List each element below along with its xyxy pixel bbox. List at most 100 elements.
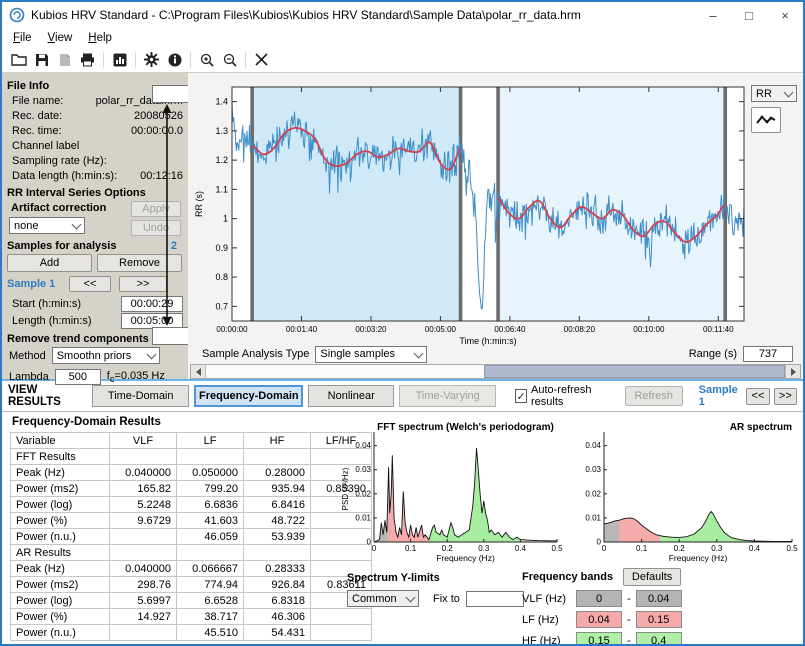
svg-text:RR (s): RR (s) — [194, 191, 204, 217]
open-folder-icon[interactable] — [7, 50, 30, 70]
rr-tachogram-plot[interactable]: 0.70.80.911.11.21.31.400:00:0000:01:4000… — [188, 75, 805, 347]
svg-text:0.04: 0.04 — [585, 441, 601, 450]
tab-time-domain[interactable]: Time-Domain — [92, 385, 189, 407]
svg-text:00:10:00: 00:10:00 — [633, 325, 665, 334]
print-icon[interactable] — [76, 50, 99, 70]
table-cell: 54.431 — [244, 625, 311, 641]
sample-analysis-row: Sample Analysis Type Single samples Rang… — [194, 345, 797, 363]
channel-value: RR — [756, 88, 772, 100]
svg-text:0: 0 — [602, 544, 607, 553]
fix-to-input[interactable] — [466, 591, 524, 607]
table-row: Power (%)9.672941.60348.722 — [11, 513, 372, 529]
defaults-button[interactable]: Defaults — [623, 568, 681, 586]
lf-to-input[interactable]: 0.15 — [636, 611, 682, 628]
sample-analysis-type-select[interactable]: Single samples — [315, 346, 427, 363]
save-icon[interactable] — [30, 50, 53, 70]
start-label: Start (h:min:s) — [12, 297, 81, 311]
method-value: Smoothn priors — [57, 350, 132, 362]
table-cell: 6.8318 — [244, 593, 311, 609]
table-cell: 6.8416 — [244, 497, 311, 513]
remove-x-icon[interactable] — [250, 50, 273, 70]
table-cell: 799.20 — [177, 481, 244, 497]
table-cell: Power (%) — [11, 513, 110, 529]
file-info-header: File Info — [7, 80, 49, 92]
view-results-bar: VIEW RESULTS Time-Domain Frequency-Domai… — [2, 381, 803, 412]
minimize-button[interactable]: – — [695, 2, 731, 28]
zoom-in-icon[interactable] — [195, 50, 218, 70]
length-label: Length (h:min:s) — [12, 314, 91, 328]
svg-text:Frequency (Hz): Frequency (Hz) — [436, 553, 495, 563]
window-title: Kubios HRV Standard - C:\Program Files\K… — [31, 8, 581, 22]
svg-text:0.1: 0.1 — [405, 544, 417, 553]
close-button[interactable]: × — [767, 2, 803, 28]
toolbar-separator — [245, 52, 246, 68]
maximize-button[interactable]: □ — [731, 2, 767, 28]
table-cell: 45.510 — [177, 625, 244, 641]
table-cell: 926.84 — [244, 577, 311, 593]
scroll-left-arrow[interactable] — [191, 365, 206, 378]
svg-text:00:01:40: 00:01:40 — [286, 325, 318, 334]
sample-analysis-type-label: Sample Analysis Type — [202, 348, 309, 360]
table-cell: 53.939 — [244, 529, 311, 545]
zoom-out-icon[interactable] — [218, 50, 241, 70]
table-cell: 46.059 — [177, 529, 244, 545]
lf-from-input[interactable]: 0.04 — [576, 611, 622, 628]
tab-time-varying[interactable]: Time-Varying — [399, 385, 496, 407]
tab-nonlinear[interactable]: Nonlinear — [308, 385, 394, 407]
menu-help[interactable]: Help — [80, 31, 120, 45]
band-dash: - — [627, 614, 631, 626]
frequency-bands-header: Frequency bands — [522, 571, 613, 583]
report-document-icon[interactable] — [53, 50, 76, 70]
time-scrollbar[interactable] — [190, 364, 801, 379]
table-cell — [311, 625, 372, 641]
svg-text:1.1: 1.1 — [215, 184, 228, 194]
vlf-from-input[interactable]: 0 — [576, 590, 622, 607]
chevron-down-icon — [784, 88, 794, 98]
table-cell: 298.76 — [110, 577, 177, 593]
table-row: Power (log)5.22486.68366.8416 — [11, 497, 372, 513]
menu-view[interactable]: View — [40, 31, 81, 45]
vlf-to-input[interactable]: 0.04 — [636, 590, 682, 607]
svg-text:PSD (s²/Hz): PSD (s²/Hz) — [341, 467, 350, 510]
results-prev-sample-button[interactable]: << — [746, 388, 769, 405]
tab-frequency-domain[interactable]: Frequency-Domain — [194, 385, 303, 407]
info-icon[interactable] — [163, 50, 186, 70]
table-row: AR Results — [11, 545, 372, 561]
method-select[interactable]: Smoothn priors — [52, 347, 160, 364]
artifact-correction-select[interactable]: none — [9, 217, 85, 234]
channel-select[interactable]: RR — [751, 85, 797, 102]
range-input[interactable]: 737 — [743, 346, 793, 362]
hf-to-input[interactable]: 0.4 — [636, 632, 682, 646]
toolbar-separator — [103, 52, 104, 68]
svg-text:00:00:00: 00:00:00 — [216, 325, 248, 334]
svg-text:0.04: 0.04 — [355, 441, 371, 450]
add-sample-button[interactable]: Add — [7, 254, 92, 272]
menu-file[interactable]: File — [5, 31, 40, 45]
auto-refresh-checkbox[interactable]: ✓ — [515, 389, 527, 403]
prev-sample-button[interactable]: << — [69, 276, 111, 292]
yaxis-range-arrow[interactable] — [160, 103, 174, 327]
settings-gear-icon[interactable] — [140, 50, 163, 70]
refresh-button[interactable]: Refresh — [625, 386, 683, 406]
svg-text:0.03: 0.03 — [355, 465, 371, 474]
lambda-input[interactable]: 500 — [55, 369, 101, 385]
band-dash: - — [627, 593, 631, 605]
yaxis-min-input[interactable] — [152, 327, 190, 345]
artifact-correction-label: Artifact correction — [11, 202, 106, 214]
fc-readout: fc=0.035 Hz — [107, 370, 165, 384]
scrollbar-thumb[interactable] — [484, 365, 785, 378]
vlf-band-label: VLF (Hz) — [522, 593, 576, 605]
spectrum-ylimits-header: Spectrum Y-limits — [347, 572, 524, 584]
scrollbar-track[interactable] — [206, 365, 785, 378]
report-chart-icon[interactable] — [108, 50, 131, 70]
hf-from-input[interactable]: 0.15 — [576, 632, 622, 646]
ylimits-mode-select[interactable]: Common — [347, 590, 419, 607]
scroll-right-arrow[interactable] — [785, 365, 800, 378]
svg-text:0.01: 0.01 — [355, 513, 371, 522]
results-next-sample-button[interactable]: >> — [774, 388, 797, 405]
signal-view-button[interactable] — [751, 107, 781, 133]
yaxis-max-input[interactable] — [152, 85, 190, 103]
table-cell — [177, 545, 244, 561]
table-cell: 38.717 — [177, 609, 244, 625]
table-row: FFT Results — [11, 449, 372, 465]
